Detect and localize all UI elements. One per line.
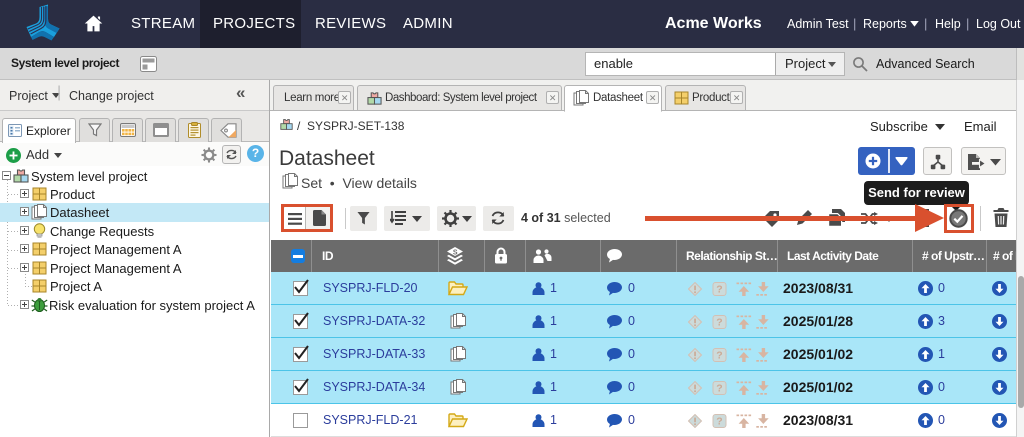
svg-text:?: ? [716,350,722,362]
svg-text:?: ? [716,416,722,428]
svg-text:?: ? [716,284,722,296]
svg-text:?: ? [716,383,722,395]
svg-text:?: ? [716,317,722,329]
